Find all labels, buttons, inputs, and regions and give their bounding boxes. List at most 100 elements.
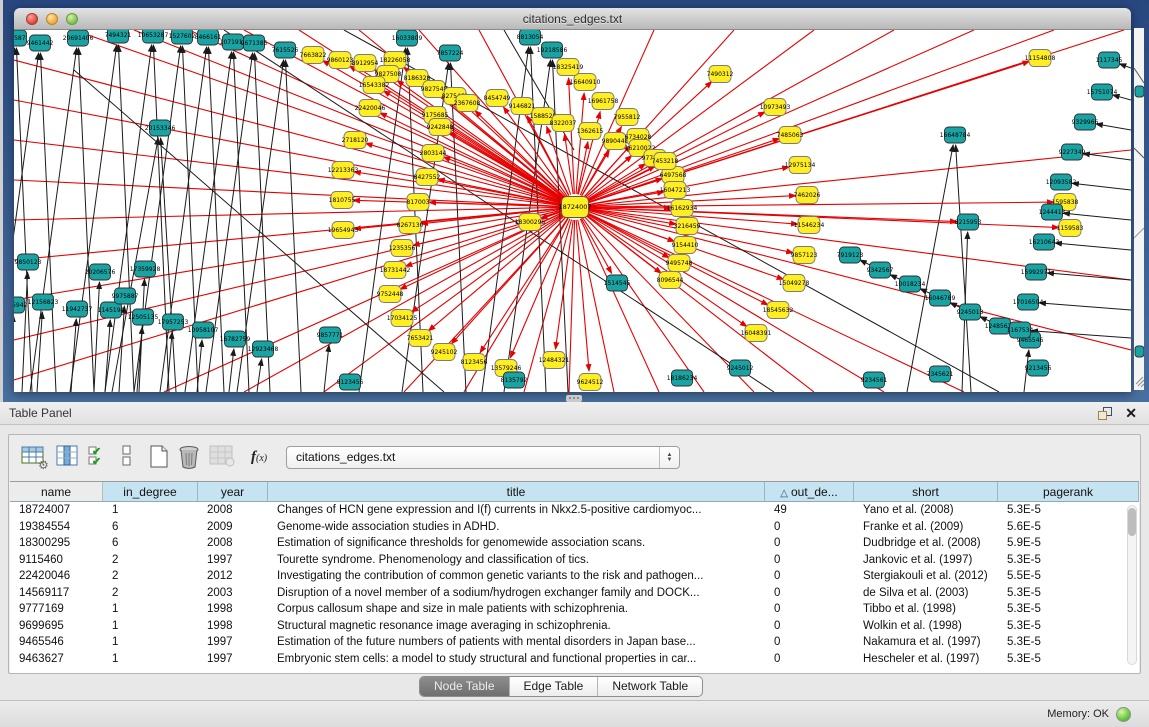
column-header-year[interactable]: year (198, 482, 268, 501)
column-header-name[interactable]: name (10, 482, 103, 501)
column-header-title[interactable]: title (268, 482, 765, 501)
table-cell[interactable]: 1 (103, 618, 198, 635)
table-row[interactable]: 946554611997Estimation of the future num… (10, 634, 1139, 651)
delete-column-icon[interactable] (177, 445, 201, 471)
row-height-icon[interactable] (121, 445, 133, 471)
table-cell[interactable]: 49 (765, 502, 854, 519)
table-cell[interactable]: 0 (765, 535, 854, 552)
table-cell[interactable]: 9465546 (10, 634, 103, 651)
table-cell[interactable]: 2 (103, 585, 198, 602)
table-cell[interactable]: Estimation of the future numbers of pati… (268, 634, 765, 651)
table-row[interactable]: 2242004622012Investigating the contribut… (10, 568, 1139, 585)
table-cell[interactable]: Stergiakouli et al. (2012) (854, 568, 998, 585)
table-cell[interactable]: Changes of HCN gene expression and I(f) … (268, 502, 765, 519)
table-scrollbar-thumb[interactable] (1128, 508, 1136, 536)
table-row[interactable]: 977716911998Corpus callosum shape and si… (10, 601, 1139, 618)
tab-network-table[interactable]: Network Table (598, 677, 702, 696)
table-cell[interactable]: 2009 (198, 519, 268, 536)
table-cell[interactable]: 2008 (198, 535, 268, 552)
table-cell[interactable]: 1 (103, 601, 198, 618)
table-cell[interactable]: 2008 (198, 502, 268, 519)
table-row[interactable]: 969969511998Structural magnetic resonanc… (10, 618, 1139, 635)
table-cell[interactable]: 1997 (198, 552, 268, 569)
table-cell[interactable]: Structural magnetic resonance image aver… (268, 618, 765, 635)
table-cell[interactable]: 1998 (198, 601, 268, 618)
table-row[interactable]: 946362711997Embryonic stem cells: a mode… (10, 651, 1139, 668)
table-cell[interactable]: Genome-wide association studies in ADHD. (268, 519, 765, 536)
table-row[interactable]: 1938455462009Genome-wide association stu… (10, 519, 1139, 536)
table-cell[interactable]: 0 (765, 519, 854, 536)
table-cell[interactable]: Disruption of a novel member of a sodium… (268, 585, 765, 602)
table-cell[interactable]: Wolkin et al. (1998) (854, 618, 998, 635)
table-row[interactable]: 911546021997Tourette syndrome. Phenomeno… (10, 552, 1139, 569)
table-cell[interactable]: 9777169 (10, 601, 103, 618)
table-cell[interactable]: 0 (765, 585, 854, 602)
table-cell[interactable]: 18300295 (10, 535, 103, 552)
table-cell[interactable]: Investigating the contribution of common… (268, 568, 765, 585)
table-cell[interactable]: 19384554 (10, 519, 103, 536)
table-cell[interactable]: 14569117 (10, 585, 103, 602)
column-header-in_degree[interactable]: in_degree (103, 482, 198, 501)
table-cell[interactable]: Hescheler et al. (1997) (854, 651, 998, 668)
table-cell[interactable]: 0 (765, 618, 854, 635)
select-columns-icon[interactable]: ✔ ✔ (88, 445, 108, 471)
table-cell[interactable]: 0 (765, 601, 854, 618)
table-cell[interactable]: 6 (103, 535, 198, 552)
new-column-icon[interactable] (149, 445, 169, 471)
table-cell[interactable]: 1997 (198, 634, 268, 651)
table-cell[interactable]: 2003 (198, 585, 268, 602)
table-cell[interactable]: 1 (103, 634, 198, 651)
splitter-handle[interactable] (566, 395, 582, 402)
network-window-titlebar[interactable]: citations_edges.txt (14, 8, 1131, 30)
table-cell[interactable]: 1998 (198, 618, 268, 635)
table-cell[interactable]: 9463627 (10, 651, 103, 668)
table-cell[interactable]: 18724007 (10, 502, 103, 519)
table-row[interactable]: 1456911722003Disruption of a novel membe… (10, 585, 1139, 602)
column-header-short[interactable]: short (854, 482, 998, 501)
table-cell[interactable]: 2012 (198, 568, 268, 585)
table-cell[interactable]: 9115460 (10, 552, 103, 569)
close-panel-icon[interactable]: ✕ (1125, 404, 1137, 423)
network-canvas[interactable]: 2358794614422069140674943211065328715276… (14, 30, 1131, 392)
table-cell[interactable]: 5.6E-5 (998, 519, 1129, 536)
table-row[interactable]: 1872400712008Changes of HCN gene express… (10, 502, 1139, 519)
table-cell[interactable]: 2 (103, 552, 198, 569)
table-cell[interactable]: Tourette syndrome. Phenomenology and cla… (268, 552, 765, 569)
delete-table-icon[interactable] (209, 445, 235, 471)
table-cell[interactable]: 6 (103, 519, 198, 536)
function-builder-icon[interactable]: f(x) (251, 449, 267, 475)
table-cell[interactable]: 1 (103, 502, 198, 519)
float-window-icon[interactable] (1097, 406, 1113, 421)
table-cell[interactable]: 1 (103, 651, 198, 668)
table-cell[interactable]: 0 (765, 651, 854, 668)
table-cell[interactable]: 5.3E-5 (998, 618, 1129, 635)
table-cell[interactable]: 5.5E-5 (998, 568, 1129, 585)
table-cell[interactable]: Tibbo et al. (1998) (854, 601, 998, 618)
table-cell[interactable]: 1997 (198, 651, 268, 668)
table-cell[interactable]: 0 (765, 568, 854, 585)
table-cell[interactable]: 5.3E-5 (998, 552, 1129, 569)
table-cell[interactable]: Franke et al. (2009) (854, 519, 998, 536)
table-cell[interactable]: 5.3E-5 (998, 585, 1129, 602)
tab-edge-table[interactable]: Edge Table (510, 677, 599, 696)
column-header-out_de[interactable]: △out_de... (765, 482, 854, 501)
table-cell[interactable]: Estimation of significance thresholds fo… (268, 535, 765, 552)
table-cell[interactable]: 5.3E-5 (998, 601, 1129, 618)
table-cell[interactable]: Corpus callosum shape and size in male p… (268, 601, 765, 618)
table-cell[interactable]: Nakamura et al. (1997) (854, 634, 998, 651)
table-cell[interactable]: 22420046 (10, 568, 103, 585)
table-selector-dropdown[interactable]: citations_edges.txt ▲▼ (286, 446, 680, 469)
table-cell[interactable]: Yano et al. (2008) (854, 502, 998, 519)
show-columns-icon[interactable] (56, 445, 80, 471)
table-cell[interactable]: 5.3E-5 (998, 502, 1129, 519)
table-scrollbar[interactable] (1127, 505, 1137, 665)
table-cell[interactable]: Jankovic et al. (1997) (854, 552, 998, 569)
table-cell[interactable]: 5.3E-5 (998, 634, 1129, 651)
table-cell[interactable]: 5.3E-5 (998, 651, 1129, 668)
table-cell[interactable]: 0 (765, 552, 854, 569)
tab-node-table[interactable]: Node Table (420, 677, 510, 696)
table-mode-icon[interactable]: ⚙ (21, 445, 49, 471)
table-cell[interactable]: 5.9E-5 (998, 535, 1129, 552)
table-cell[interactable]: 9699695 (10, 618, 103, 635)
memory-status-led[interactable] (1116, 707, 1131, 722)
